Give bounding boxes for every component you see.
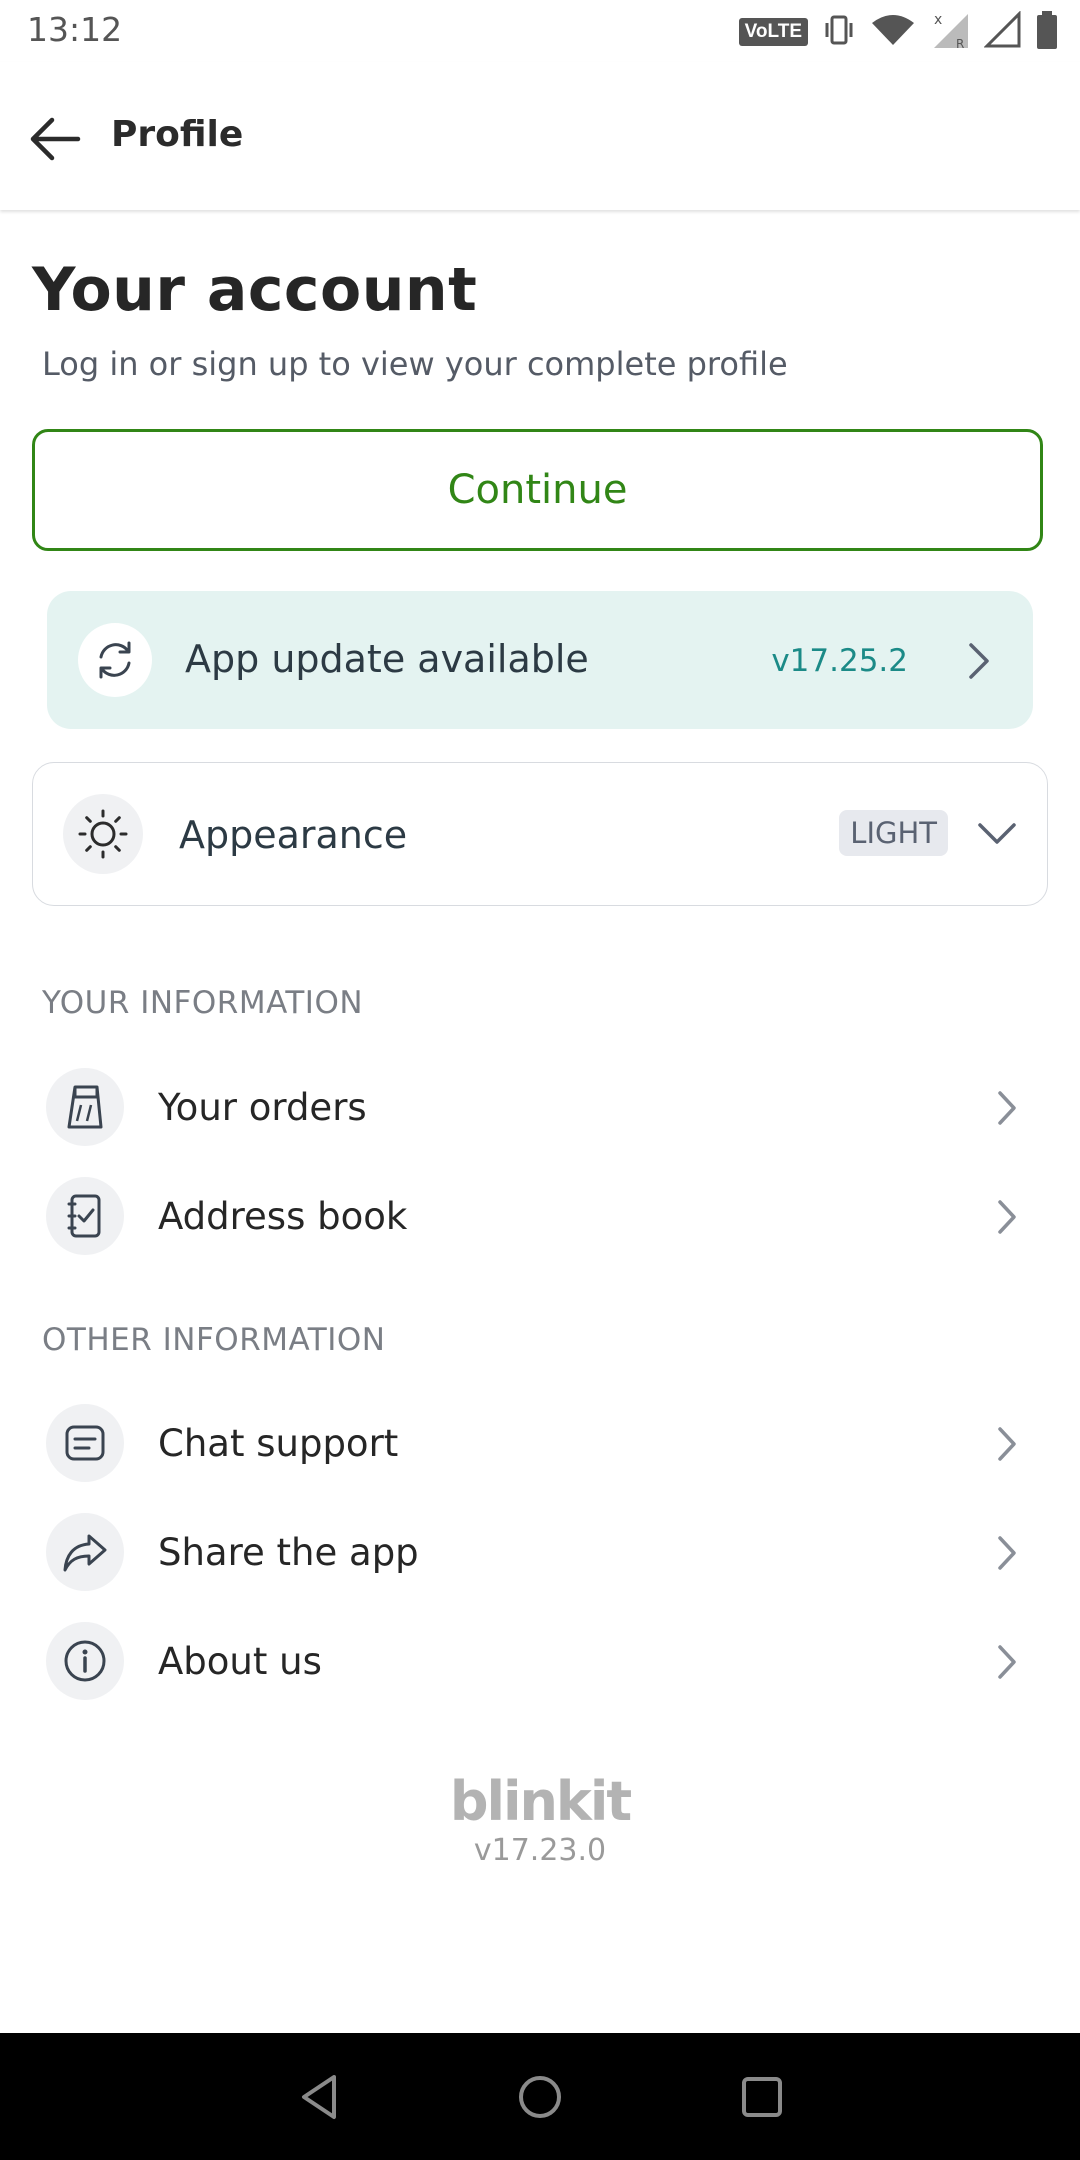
svg-text:x: x xyxy=(934,12,942,28)
sun-icon xyxy=(63,794,143,874)
wifi-icon xyxy=(870,13,916,51)
menu-item-chat-support[interactable]: Chat support xyxy=(32,1393,1048,1493)
page-title: Profile xyxy=(111,114,244,155)
signal-icon xyxy=(983,10,1022,53)
status-icons: VoLTE xR xyxy=(738,10,1058,54)
account-title: Your account xyxy=(32,255,478,325)
menu-item-about-us[interactable]: About us xyxy=(32,1611,1048,1711)
svg-text:R: R xyxy=(956,37,964,50)
menu-label: Your orders xyxy=(158,1086,367,1129)
menu-label: Chat support xyxy=(158,1422,399,1465)
address-book-icon xyxy=(46,1177,124,1255)
appearance-label: Appearance xyxy=(179,813,408,857)
appearance-value-badge: LIGHT xyxy=(839,810,948,856)
section-header-your-information: YOUR INFORMATION xyxy=(42,985,364,1021)
chevron-right-icon xyxy=(998,1645,1016,1679)
chevron-right-icon xyxy=(998,1200,1016,1234)
signal-roaming-icon: xR xyxy=(930,10,970,54)
menu-label: Address book xyxy=(158,1195,408,1238)
update-label: App update available xyxy=(185,637,589,681)
chat-icon xyxy=(46,1404,124,1482)
vibrate-icon xyxy=(822,13,856,51)
account-subtitle: Log in or sign up to view your complete … xyxy=(42,345,788,383)
menu-label: Share the app xyxy=(158,1531,419,1574)
appearance-selector[interactable]: Appearance LIGHT xyxy=(32,762,1048,906)
continue-button[interactable]: Continue xyxy=(32,429,1043,551)
share-icon xyxy=(46,1513,124,1591)
status-bar: 13:12 VoLTE xR xyxy=(0,0,1080,62)
nav-recents-icon[interactable] xyxy=(736,2071,788,2123)
volte-icon: VoLTE xyxy=(738,18,808,46)
shopping-bag-icon xyxy=(46,1068,124,1146)
arrow-left-icon xyxy=(30,117,81,161)
app-bar: Profile xyxy=(0,62,1080,210)
system-navigation-bar xyxy=(0,2033,1080,2160)
back-button[interactable] xyxy=(28,114,84,164)
menu-item-address-book[interactable]: Address book xyxy=(32,1166,1048,1266)
info-icon xyxy=(46,1622,124,1700)
app-version: v17.23.0 xyxy=(473,1833,607,1868)
brand-logo: blinkit xyxy=(449,1770,632,1833)
battery-icon xyxy=(1036,11,1058,53)
menu-item-share-the-app[interactable]: Share the app xyxy=(32,1502,1048,1602)
chevron-right-icon xyxy=(998,1091,1016,1125)
nav-back-icon[interactable] xyxy=(294,2071,346,2123)
chevron-down-icon xyxy=(978,823,1016,844)
chevron-right-icon xyxy=(998,1427,1016,1461)
update-version: v17.25.2 xyxy=(771,643,908,679)
status-time: 13:12 xyxy=(27,10,123,49)
app-update-banner[interactable]: App update available v17.25.2 xyxy=(47,591,1033,729)
chevron-right-icon xyxy=(998,1536,1016,1570)
nav-home-icon[interactable] xyxy=(514,2071,566,2123)
section-header-other-information: OTHER INFORMATION xyxy=(42,1322,386,1358)
menu-label: About us xyxy=(158,1640,322,1683)
menu-item-your-orders[interactable]: Your orders xyxy=(32,1057,1048,1157)
chevron-right-icon xyxy=(969,643,989,679)
refresh-icon xyxy=(78,623,152,697)
